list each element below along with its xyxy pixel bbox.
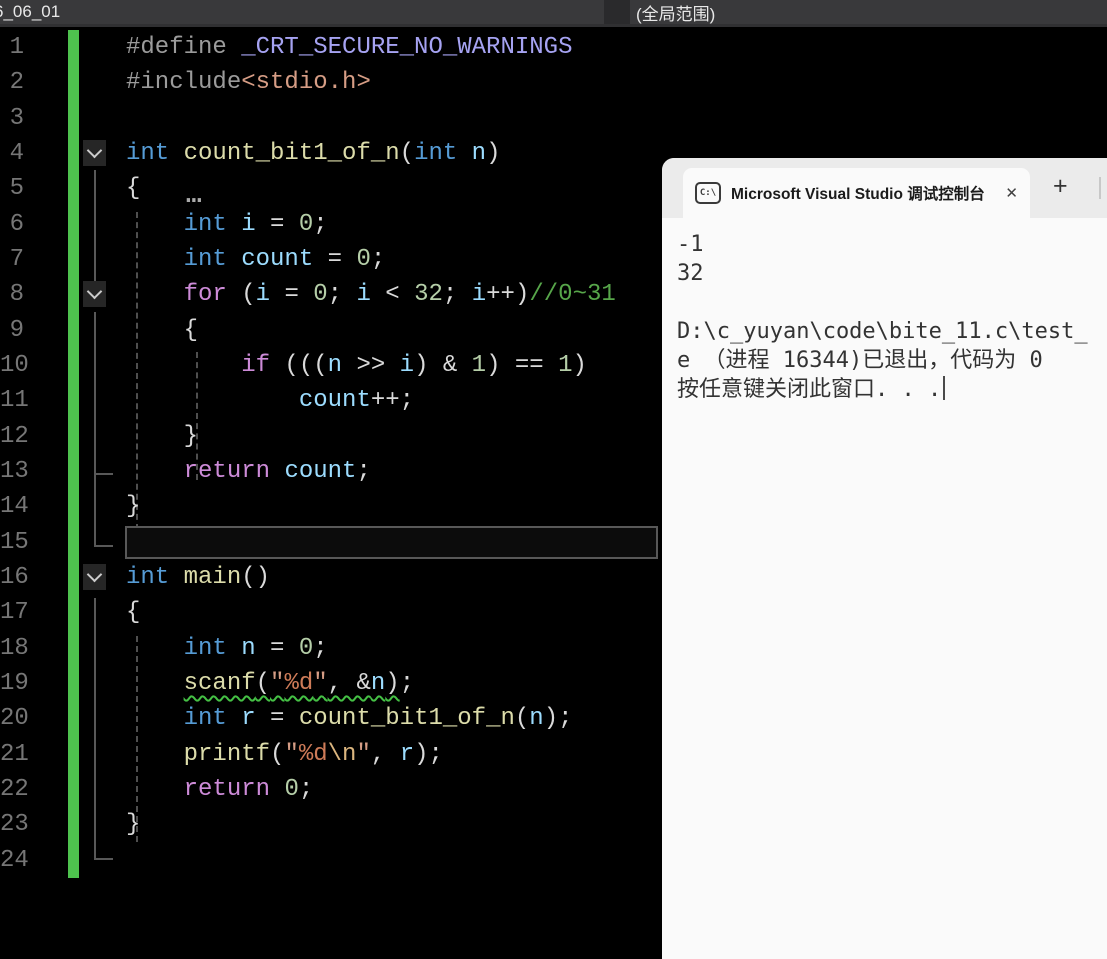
code-line: 20 int r = count_bit1_of_n(n);	[0, 701, 662, 736]
line-number: 4	[9, 139, 24, 167]
debug-console-window[interactable]: C:\ Microsoft Visual Studio 调试控制台 ✕ + -1…	[662, 158, 1107, 959]
code-text: {	[126, 599, 141, 627]
line-number: 7	[9, 245, 24, 273]
file-scope-label: 6_06_01	[0, 2, 61, 21]
code-line: 22 return 0;	[0, 772, 662, 807]
code-text: }	[126, 493, 141, 521]
code-text: int i = 0;	[183, 210, 328, 238]
titlebar-divider	[1099, 177, 1101, 199]
code-line: 2 #include<stdio.h>	[0, 65, 662, 100]
code-line: 7 int count = 0;	[0, 242, 662, 277]
text-cursor	[943, 376, 946, 400]
console-line: 32	[677, 261, 704, 286]
navbar-bottom-edge	[0, 24, 1107, 27]
code-text: int main()	[126, 563, 271, 591]
navigation-bar: 6_06_01 ▾ (全局范围)	[0, 0, 1107, 27]
code-line: 14}	[0, 489, 662, 524]
code-line: 12 }	[0, 419, 662, 454]
console-tab-title: Microsoft Visual Studio 调试控制台	[731, 186, 985, 203]
code-text: return 0;	[183, 775, 314, 803]
console-line: D:\c_yuyan\code\bite_11.c\test_	[677, 319, 1088, 344]
code-text: {	[126, 175, 141, 203]
code-line: 16 int main()	[0, 560, 662, 595]
console-line: e （进程 16344)已退出，代码为 0	[677, 348, 1043, 373]
code-text: return count;	[183, 457, 371, 485]
code-line: 19 scanf("%d", &n);	[0, 666, 662, 701]
code-text: int count_bit1_of_n(int n)	[126, 139, 501, 167]
line-number: 13	[0, 457, 29, 485]
code-text: if (((n >> i) & 1) == 1)	[241, 351, 587, 379]
code-line: 1 #define _CRT_SECURE_NO_WARNINGS	[0, 30, 662, 65]
code-text: count++;	[298, 387, 415, 415]
line-number: 16	[0, 563, 29, 591]
new-tab-button[interactable]: +	[1053, 172, 1068, 201]
console-output: -1 32 D:\c_yuyan\code\bite_11.c\test_e （进程…	[662, 218, 1107, 959]
file-scope-dropdown[interactable]: 6_06_01	[0, 0, 604, 24]
line-number: 10	[0, 351, 29, 379]
code-line: 5{	[0, 171, 662, 206]
code-line: 10 if (((n >> i) & 1) == 1)	[0, 348, 662, 383]
code-line: 23}	[0, 807, 662, 842]
code-line: 6 int i = 0;	[0, 207, 662, 242]
code-text: {	[126, 316, 199, 344]
global-scope-dropdown[interactable]: (全局范围)	[630, 0, 1107, 24]
console-line: -1	[677, 232, 704, 257]
code-line: 13 return count;	[0, 454, 662, 489]
line-number: 2	[9, 69, 24, 97]
line-number: 9	[9, 316, 24, 344]
close-icon[interactable]: ✕	[1005, 184, 1018, 202]
fold-chevron-icon[interactable]	[83, 139, 106, 166]
line-number: 19	[0, 669, 29, 697]
line-number: 6	[9, 210, 24, 238]
line-number: 11	[0, 387, 29, 415]
code-line: 17 {	[0, 595, 662, 630]
code-text: scanf("%d", &n);	[183, 669, 415, 697]
line-number: 17	[0, 599, 29, 627]
current-line-highlight	[125, 525, 658, 559]
fold-chevron-icon[interactable]	[83, 563, 106, 590]
global-scope-label: (全局范围)	[636, 4, 716, 24]
code-editor[interactable]: 1 #define _CRT_SECURE_NO_WARNINGS 2 #includ…	[0, 30, 662, 900]
code-line: 11 count++;	[0, 383, 662, 418]
code-line: 24	[0, 843, 662, 878]
line-number: 20	[0, 705, 29, 733]
code-text: for (i = 0; i < 32; i++)//0~31	[183, 281, 616, 309]
line-number: 21	[0, 740, 29, 768]
suggestion-dots: …	[186, 180, 204, 210]
code-text: }	[126, 811, 141, 839]
code-text: int r = count_bit1_of_n(n);	[183, 705, 573, 733]
line-number: 23	[0, 811, 29, 839]
line-number: 14	[0, 493, 29, 521]
code-line: 18 int n = 0;	[0, 631, 662, 666]
line-number: 8	[9, 281, 24, 309]
code-line: 4 int count_bit1_of_n(int n)	[0, 136, 662, 171]
code-text: printf("%d\n", r);	[183, 740, 443, 768]
line-number: 18	[0, 634, 29, 662]
cmd-prompt-icon: C:\	[695, 182, 721, 204]
code-line: 8 for (i = 0; i < 32; i++)//0~31	[0, 277, 662, 312]
code-lines-container: 1 #define _CRT_SECURE_NO_WARNINGS 2 #includ…	[0, 30, 662, 878]
line-number: 12	[0, 422, 29, 450]
console-tab[interactable]: C:\ Microsoft Visual Studio 调试控制台 ✕	[683, 168, 1030, 218]
line-number: 3	[9, 104, 24, 132]
code-line: 3	[0, 101, 662, 136]
code-text: }	[126, 422, 199, 450]
code-text: #include<stdio.h>	[126, 69, 371, 97]
code-text: int n = 0;	[183, 634, 328, 662]
line-number: 24	[0, 846, 29, 874]
fold-chevron-icon[interactable]	[83, 281, 106, 308]
code-line: 9 {	[0, 313, 662, 348]
line-number: 1	[9, 34, 24, 61]
line-number: 15	[0, 528, 29, 556]
console-line: 按任意键关闭此窗口. . .	[677, 375, 1107, 404]
code-text: int count = 0;	[183, 245, 386, 273]
code-line: 21 printf("%d\n", r);	[0, 737, 662, 772]
line-number: 22	[0, 775, 29, 803]
code-text: #define _CRT_SECURE_NO_WARNINGS	[126, 34, 573, 61]
code-line: 15	[0, 525, 662, 560]
line-number: 5	[9, 175, 24, 203]
console-titlebar: C:\ Microsoft Visual Studio 调试控制台 ✕ +	[662, 158, 1107, 218]
